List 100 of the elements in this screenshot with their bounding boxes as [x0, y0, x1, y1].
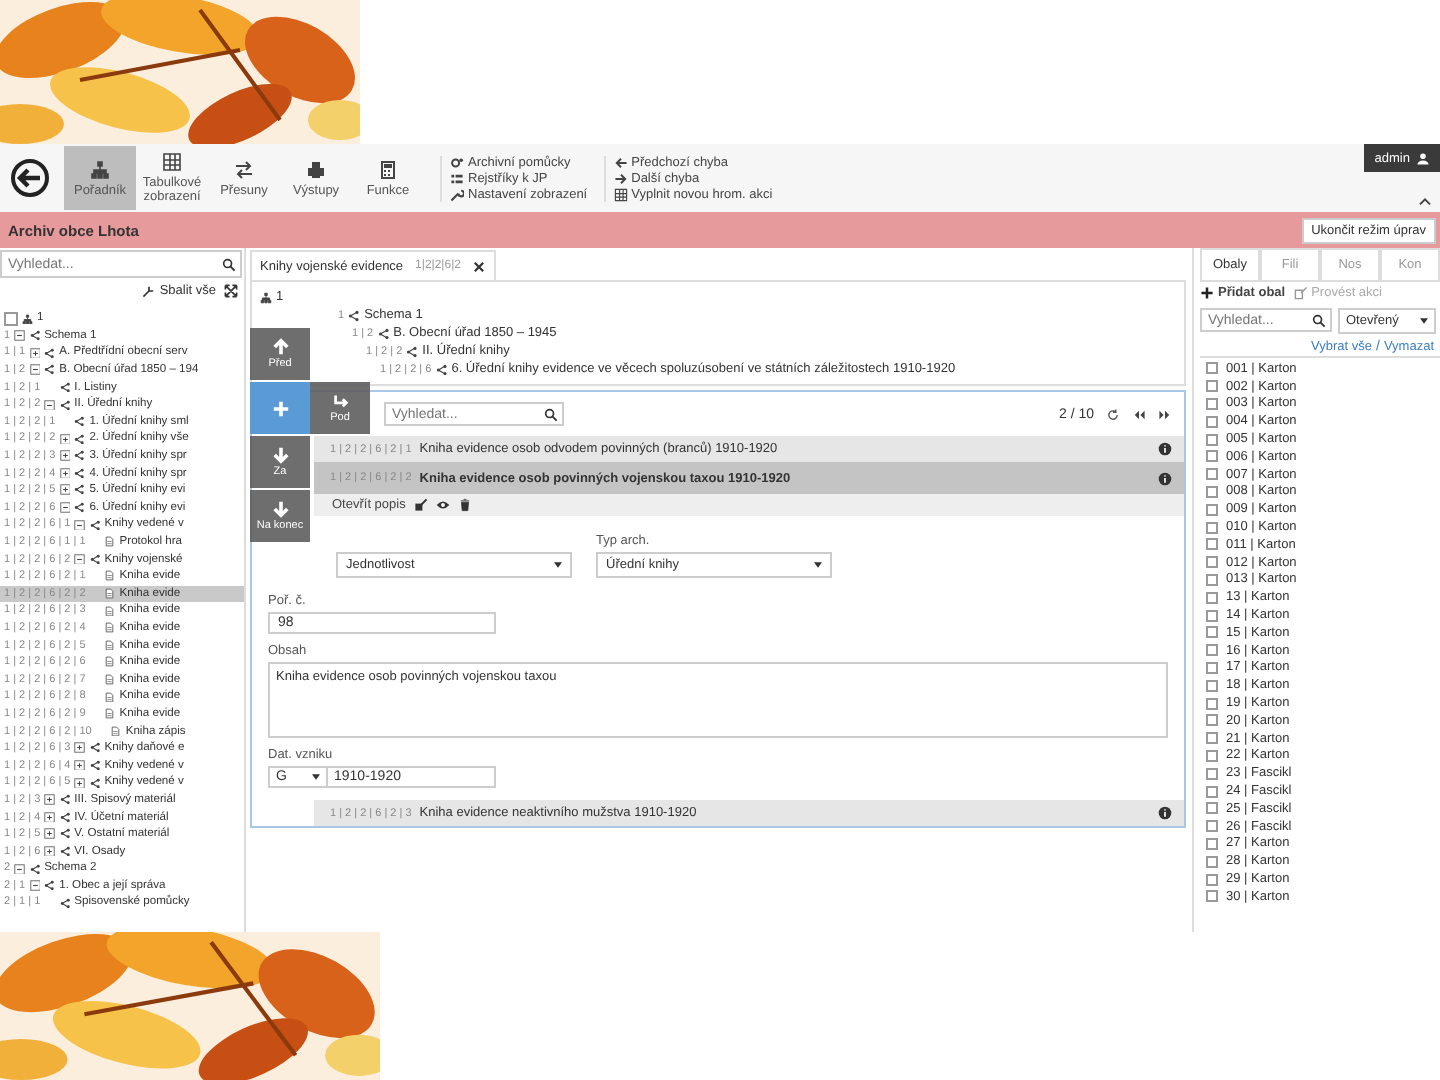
- checkbox[interactable]: [1206, 380, 1218, 393]
- branch-icon: [406, 345, 419, 357]
- table-icon: [613, 187, 628, 201]
- info-icon[interactable]: [1158, 806, 1172, 820]
- branch-icon: [44, 347, 56, 359]
- checkbox[interactable]: [1206, 732, 1218, 745]
- branch-icon: [59, 381, 71, 393]
- branch-icon: [74, 484, 86, 496]
- table-icon: [162, 152, 182, 172]
- checkbox[interactable]: [1206, 433, 1218, 446]
- next-icon[interactable]: [1158, 407, 1172, 421]
- checkbox[interactable]: [1206, 450, 1218, 463]
- transfer-icon: [234, 159, 254, 179]
- close-icon[interactable]: [472, 259, 487, 273]
- branch-icon: [59, 828, 71, 840]
- branch-icon: [435, 363, 448, 375]
- checkbox[interactable]: [1206, 626, 1218, 639]
- collapse-icon[interactable]: [29, 880, 41, 892]
- previous-icon[interactable]: [1132, 407, 1146, 421]
- document-icon: [104, 570, 116, 582]
- collapse-icon[interactable]: [74, 553, 86, 565]
- checkbox[interactable]: [1206, 820, 1218, 833]
- search-icon: [222, 257, 236, 271]
- edit-icon[interactable]: [413, 498, 428, 512]
- checkbox[interactable]: [1206, 837, 1218, 850]
- collapse-icon[interactable]: [59, 502, 71, 514]
- expand-icon[interactable]: [59, 433, 71, 445]
- checkbox[interactable]: [1206, 415, 1218, 428]
- checkbox[interactable]: [1206, 749, 1218, 762]
- checkbox[interactable]: [1206, 697, 1218, 710]
- arrow-down-icon: [271, 446, 289, 464]
- document-icon: [110, 725, 122, 737]
- expand-icon[interactable]: [74, 759, 86, 771]
- expand-icon[interactable]: [224, 283, 238, 297]
- branch-icon: [74, 467, 86, 479]
- chevron-up-icon[interactable]: [1418, 196, 1432, 206]
- expand-icon[interactable]: [44, 828, 56, 840]
- branch-icon: [59, 897, 71, 909]
- document-icon: [104, 605, 116, 617]
- document-icon: [104, 674, 116, 686]
- collapse-icon[interactable]: [14, 863, 26, 875]
- collapse-icon[interactable]: [74, 519, 86, 531]
- caret-icon: [1420, 317, 1428, 323]
- collapse-icon[interactable]: [29, 364, 41, 376]
- left-icon: [613, 155, 628, 169]
- expand-icon[interactable]: [74, 777, 86, 789]
- expand-icon[interactable]: [59, 467, 71, 479]
- branch-icon: [348, 309, 361, 321]
- checkbox[interactable]: [1206, 397, 1218, 410]
- branch-icon: [29, 863, 41, 875]
- branch-icon: [59, 794, 71, 806]
- expand-icon[interactable]: [59, 450, 71, 462]
- checkbox[interactable]: [1206, 609, 1218, 622]
- checkbox[interactable]: [1206, 468, 1218, 481]
- checkbox[interactable]: [1206, 538, 1218, 551]
- user-icon: [1416, 151, 1430, 165]
- trash-icon[interactable]: [457, 498, 472, 512]
- checkbox[interactable]: [1206, 890, 1218, 903]
- checkbox[interactable]: [1206, 644, 1218, 657]
- eye-icon[interactable]: [435, 498, 450, 512]
- collapse-icon[interactable]: [14, 330, 26, 342]
- checkbox[interactable]: [4, 311, 18, 326]
- info-icon[interactable]: [1158, 442, 1172, 456]
- branch-icon: [59, 811, 71, 823]
- checkbox[interactable]: [1206, 714, 1218, 727]
- branch-icon: [74, 416, 86, 428]
- expand-icon[interactable]: [74, 742, 86, 754]
- expand-icon[interactable]: [44, 845, 56, 857]
- arrow-up-icon: [271, 338, 289, 356]
- checkbox[interactable]: [1206, 362, 1218, 375]
- branch-icon: [89, 553, 101, 565]
- right-icon: [613, 171, 628, 185]
- checkbox[interactable]: [1206, 802, 1218, 815]
- refresh-icon[interactable]: [1106, 407, 1120, 421]
- info-icon[interactable]: [1158, 471, 1172, 485]
- checkbox[interactable]: [1206, 503, 1218, 516]
- checkbox[interactable]: [1206, 785, 1218, 798]
- checkbox[interactable]: [1206, 679, 1218, 692]
- print-icon: [306, 159, 326, 179]
- document-icon: [104, 639, 116, 651]
- checkbox[interactable]: [1206, 556, 1218, 569]
- expand-icon[interactable]: [44, 811, 56, 823]
- expand-icon[interactable]: [44, 794, 56, 806]
- checkbox[interactable]: [1206, 767, 1218, 780]
- checkbox[interactable]: [1206, 521, 1218, 534]
- checkbox[interactable]: [1206, 855, 1218, 868]
- checkbox[interactable]: [1206, 485, 1218, 498]
- edit-icon: [1293, 286, 1308, 300]
- checkbox[interactable]: [1206, 573, 1218, 586]
- checkbox[interactable]: [1206, 591, 1218, 604]
- document-icon: [104, 588, 116, 600]
- expand-icon[interactable]: [29, 347, 41, 359]
- expand-icon[interactable]: [59, 484, 71, 496]
- collapse-icon[interactable]: [44, 399, 56, 411]
- plus-icon: [271, 399, 289, 417]
- checkbox[interactable]: [1206, 873, 1218, 885]
- caret-icon: [312, 774, 320, 780]
- branch-icon: [89, 742, 101, 754]
- caret-icon: [814, 562, 822, 568]
- checkbox[interactable]: [1206, 661, 1218, 674]
